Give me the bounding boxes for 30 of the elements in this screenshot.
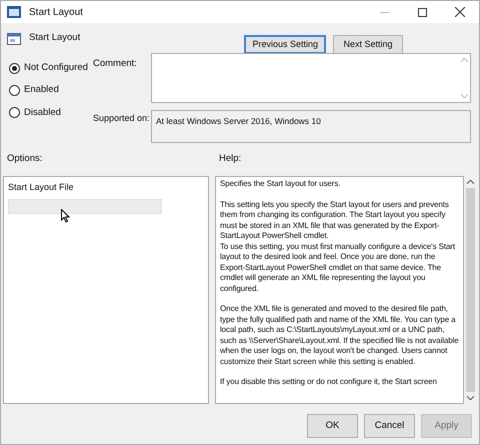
close-icon[interactable] (455, 7, 465, 17)
help-paragraph: This setting lets you specify the Start layout for users and prevents them from changing its configuration. The Start layout you specify must be stored in an XML file that was generated by the Export-StartLayout PowerShell cmdlet. (220, 200, 450, 242)
comment-label: Comment: (92, 57, 138, 71)
supported-on-field: At least Windows Server 2016, Windows 10 (151, 110, 471, 143)
policy-icon (7, 33, 21, 45)
radio-button[interactable] (9, 62, 20, 74)
radio-button[interactable] (9, 107, 20, 118)
maximize-icon[interactable] (418, 8, 427, 16)
help-label: Help: (219, 152, 242, 166)
help-paragraph: To use this setting, you must first manually configure a device's Start layout to the desired look and feel. Once you are done, run the Export-StartLayout PowerShell cmdlet on that same device. The cmdlet will generate an XML file representing the layout you configured. (220, 242, 456, 294)
options-label: Options: (7, 152, 44, 166)
radio-label: Disabled (24, 106, 61, 120)
supported-on-label: Supported on: (92, 112, 151, 125)
window-icon (7, 6, 21, 18)
help-paragraph: Specifies the Start layout for users. (220, 179, 342, 190)
dialog-button[interactable]: Cancel (364, 414, 415, 438)
comment-field[interactable] (151, 53, 471, 103)
field-label: Start Layout File (8, 181, 75, 194)
nav-button[interactable]: Previous Setting (244, 35, 326, 54)
setting-title: Start Layout (29, 31, 80, 45)
mouse-pointer-icon (61, 209, 70, 224)
help-paragraph: Once the XML file is generated and moved to the desired file path, type the fully qualified path and name of the XML file. You can type a local path, such as C:\StartLayouts\myLayout.xml or a UNC path, such as \\Server\Share\Layout.xml. If the specified file is not available when the user logs on, the layout won't be changed. Users cannot customize their Start screen while this setting is enabled. (220, 304, 459, 368)
window-title: Start Layout (29, 6, 83, 20)
help-paragraph: If you disable this setting or do not configure it, the Start screen (220, 377, 438, 388)
radio-label: Not Configured (24, 61, 88, 75)
file-path-field[interactable] (8, 198, 162, 214)
nav-button[interactable]: Next Setting (333, 35, 403, 54)
dialog-button[interactable]: OK (307, 414, 358, 438)
radio-label: Enabled (24, 83, 59, 98)
radio-button[interactable] (9, 84, 20, 96)
